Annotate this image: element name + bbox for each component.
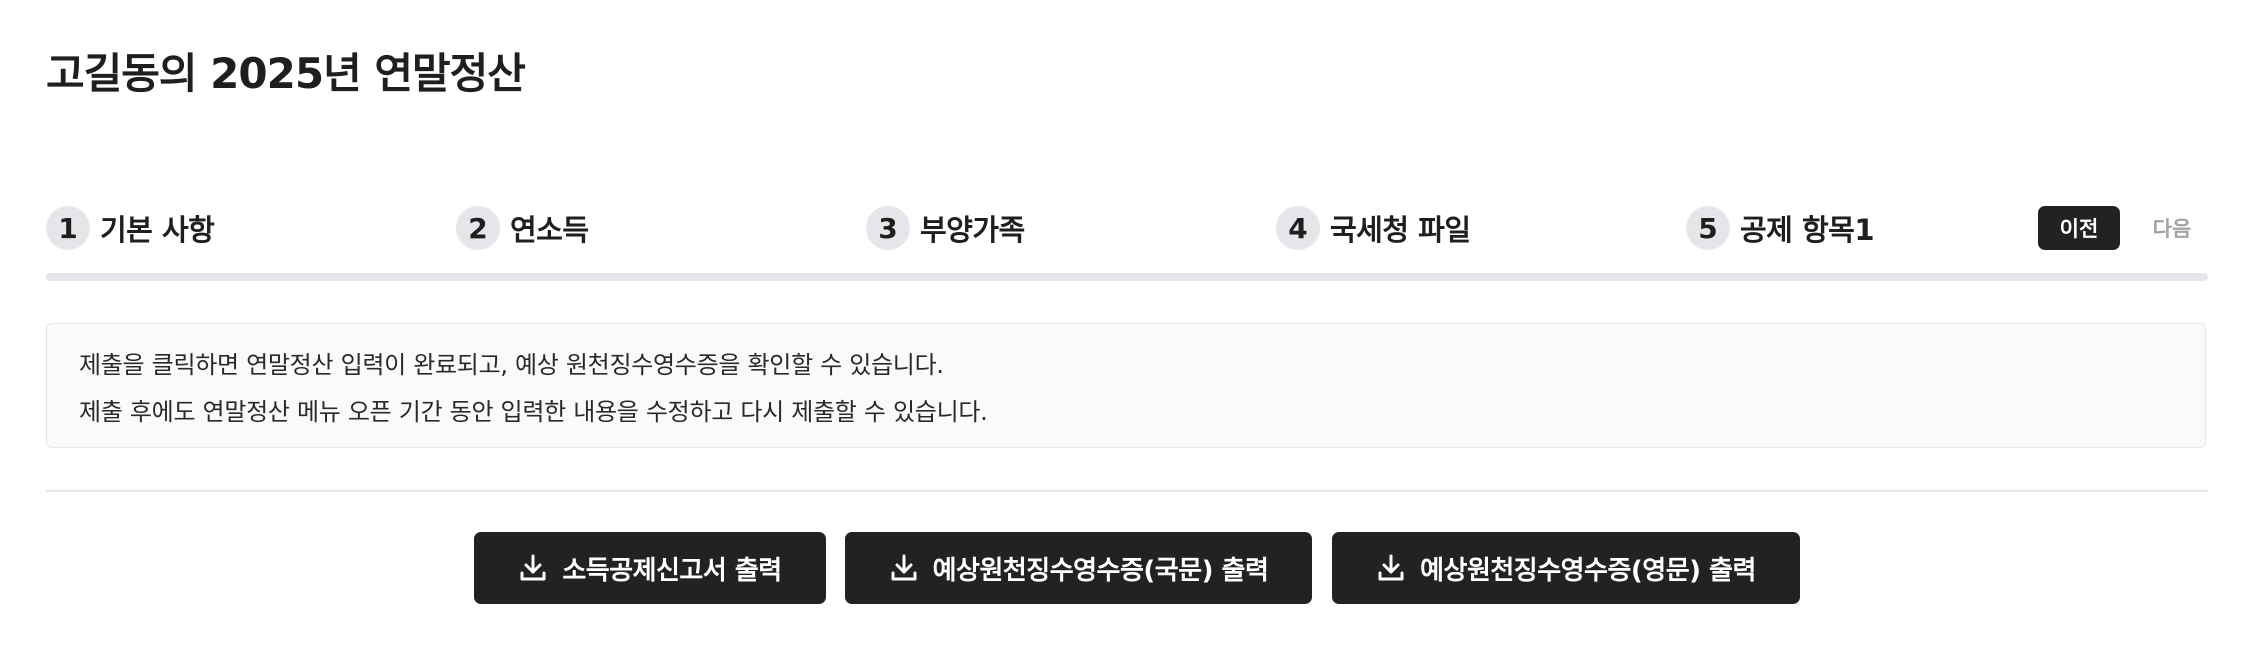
download-icon xyxy=(1376,553,1406,583)
notice-line: 제출 후에도 연말정산 메뉴 오픈 기간 동안 입력한 내용을 수정하고 다시 … xyxy=(79,398,988,426)
next-button[interactable]: 다음 xyxy=(2136,206,2208,250)
divider xyxy=(46,490,2208,492)
prev-button[interactable]: 이전 xyxy=(2038,206,2120,250)
step-dependents[interactable]: 3 부양가족 xyxy=(866,204,1025,252)
download-icon xyxy=(518,553,548,583)
year-end-tax-settlement-page: 고길동의 2025년 연말정산 1 기본 사항 2 연소득 3 부양가족 4 국… xyxy=(46,0,2208,658)
progress-bar xyxy=(46,273,2208,281)
step-label: 공제 항목1 xyxy=(1740,213,1875,247)
step-number: 1 xyxy=(46,206,90,250)
step-number: 3 xyxy=(866,206,910,250)
button-label: 예상원천징수영수증(영문) 출력 xyxy=(1420,555,1756,586)
print-withholding-receipt-korean-button[interactable]: 예상원천징수영수증(국문) 출력 xyxy=(845,532,1312,604)
step-label: 부양가족 xyxy=(920,213,1025,247)
page-title: 고길동의 2025년 연말정산 xyxy=(46,49,526,98)
print-withholding-receipt-english-button[interactable]: 예상원천징수영수증(영문) 출력 xyxy=(1332,532,1800,604)
step-label: 기본 사항 xyxy=(100,213,215,247)
print-actions: 소득공제신고서 출력 예상원천징수영수증(국문) 출력 예상원천징수영수증(영문… xyxy=(46,532,2208,604)
step-annual-income[interactable]: 2 연소득 xyxy=(456,204,589,252)
step-label: 국세청 파일 xyxy=(1330,213,1471,247)
step-number: 2 xyxy=(456,206,500,250)
step-number: 5 xyxy=(1686,206,1730,250)
download-icon xyxy=(889,553,919,583)
stepper: 1 기본 사항 2 연소득 3 부양가족 4 국세청 파일 5 공제 항목1 이… xyxy=(46,204,2208,252)
step-number: 4 xyxy=(1276,206,1320,250)
button-label: 예상원천징수영수증(국문) 출력 xyxy=(932,555,1269,586)
step-deduction-items[interactable]: 5 공제 항목1 xyxy=(1686,204,1875,252)
button-label: 소득공제신고서 출력 xyxy=(562,555,782,586)
print-deduction-report-button[interactable]: 소득공제신고서 출력 xyxy=(474,532,826,604)
step-basic-info[interactable]: 1 기본 사항 xyxy=(46,204,215,252)
notice-line: 제출을 클릭하면 연말정산 입력이 완료되고, 예상 원천징수영수증을 확인할 … xyxy=(79,351,944,379)
step-navigation: 이전 다음 xyxy=(2038,204,2208,252)
step-label: 연소득 xyxy=(510,213,589,247)
step-nts-file[interactable]: 4 국세청 파일 xyxy=(1276,204,1471,252)
submit-notice: 제출을 클릭하면 연말정산 입력이 완료되고, 예상 원천징수영수증을 확인할 … xyxy=(46,323,2206,448)
